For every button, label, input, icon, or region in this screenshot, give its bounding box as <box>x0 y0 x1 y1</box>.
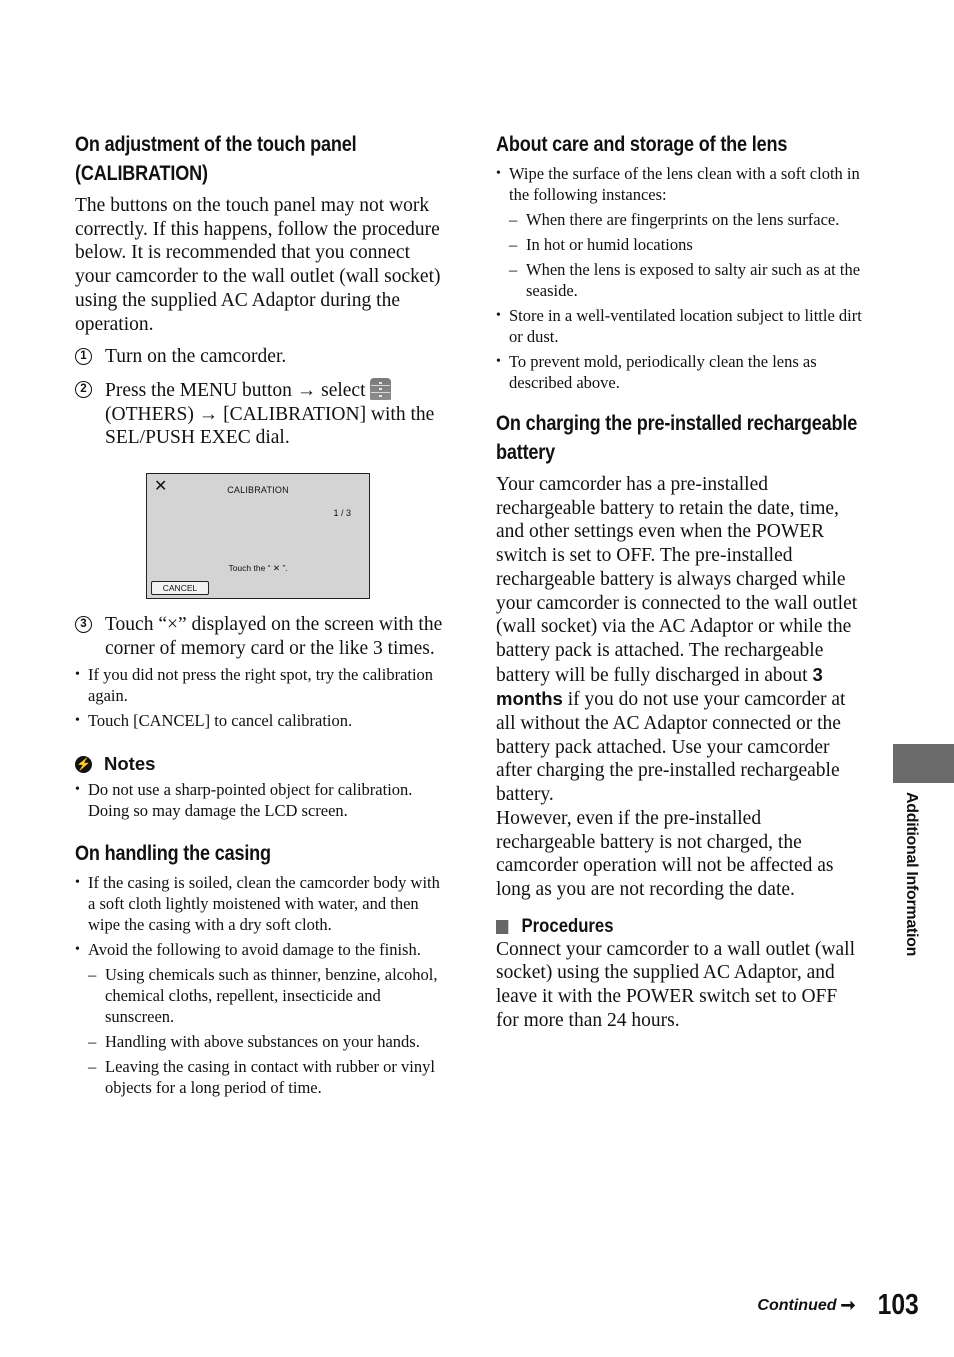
battery-text-a: Your camcorder has a pre-installed recha… <box>496 474 858 686</box>
step-number-3: 3 <box>75 616 92 634</box>
list-item: Wipe the surface of the lens clean with … <box>496 163 864 301</box>
step-number-1: 1 <box>75 348 92 366</box>
list-item: If the casing is soiled, clean the camco… <box>75 872 447 935</box>
step-3-text: Touch “×” displayed on the screen with t… <box>105 614 443 659</box>
notes-list: Do not use a sharp-pointed object for ca… <box>75 779 447 821</box>
list-item: Do not use a sharp-pointed object for ca… <box>75 779 447 821</box>
list-item: Leaving the casing in contact with rubbe… <box>88 1056 447 1098</box>
battery-paragraph: Your camcorder has a pre-installed recha… <box>496 473 864 807</box>
screen-instruction: Touch the “ ✕ ”. <box>228 563 288 574</box>
list-item: To prevent mold, periodically clean the … <box>496 351 864 393</box>
square-bullet-icon <box>496 919 509 934</box>
notes-label: Notes <box>104 753 156 775</box>
others-menu-icon <box>370 377 392 400</box>
caution-icon: ⚡ <box>75 755 92 773</box>
calibration-screen-illustration: ✕ CALIBRATION 1 / 3 Touch the “ ✕ ”. CAN… <box>146 473 370 600</box>
screen-cancel-button: CANCEL <box>151 581 209 596</box>
step-3: 3 Touch “×” displayed on the screen with… <box>75 613 447 660</box>
casing-dashes: Using chemicals such as thinner, benzine… <box>88 964 447 1098</box>
continued-label: Continued <box>757 1296 837 1314</box>
list-item: Using chemicals such as thinner, benzine… <box>88 964 447 1027</box>
step-2-text-b: (OTHERS) → [CALIBRATION] with the SEL/PU… <box>105 403 435 449</box>
list-item: If you did not press the right spot, try… <box>75 664 447 706</box>
casing-bullets: If the casing is soiled, clean the camco… <box>75 872 447 1098</box>
section-tab-marker <box>893 744 954 783</box>
casing-heading: On handling the casing <box>75 842 271 866</box>
page-number: 103 <box>877 1289 919 1321</box>
page-footer: Continued ➞ 103 <box>757 1289 922 1322</box>
left-column: On adjustment of the touch panel (CALIBR… <box>75 130 447 1098</box>
step-1-text: Turn on the camcorder. <box>105 346 287 368</box>
list-item: Avoid the following to avoid damage to t… <box>75 939 447 1098</box>
section-tab-text: Additional Information <box>903 792 920 957</box>
procedures-heading: Procedures <box>496 916 820 938</box>
step-3-bullets: If you did not press the right spot, try… <box>75 664 447 731</box>
screen-page-indicator: 1 / 3 <box>333 508 351 519</box>
section-tab-label: Additional Information <box>896 792 920 992</box>
list-item: In hot or humid locations <box>509 234 864 255</box>
list-item: Store in a well-ventilated location subj… <box>496 305 864 347</box>
list-item: Handling with above substances on your h… <box>88 1031 447 1052</box>
arrow-right-icon: ➞ <box>840 1295 856 1315</box>
list-item: When the lens is exposed to salty air su… <box>509 259 864 301</box>
screen-title: CALIBRATION <box>227 485 289 496</box>
lens-bullets: Wipe the surface of the lens clean with … <box>496 163 864 393</box>
right-column: About care and storage of the lens Wipe … <box>496 130 864 1032</box>
calibration-intro: The buttons on the touch panel may not w… <box>75 195 441 335</box>
step-number-2: 2 <box>75 380 92 398</box>
step-2: 2 Press the MENU button → select (OTHERS… <box>75 377 447 450</box>
calibration-heading: On adjustment of the touch panel (CALIBR… <box>75 133 357 185</box>
list-item: Touch [CANCEL] to cancel calibration. <box>75 710 447 731</box>
battery-heading: On charging the pre-installed rechargeab… <box>496 412 858 464</box>
step-1: 1 Turn on the camcorder. <box>75 345 447 369</box>
list-item: When there are fingerprints on the lens … <box>509 209 864 230</box>
procedures-label: Procedures <box>521 915 614 937</box>
battery-paragraph-2: However, even if the pre-installed recha… <box>496 807 834 900</box>
lens-heading: About care and storage of the lens <box>496 133 788 156</box>
list-item-text: Wipe the surface of the lens clean with … <box>509 164 860 204</box>
list-item-text: Avoid the following to avoid damage to t… <box>88 940 421 960</box>
notes-heading: ⚡ Notes <box>75 753 447 775</box>
lens-dashes: When there are fingerprints on the lens … <box>509 209 864 301</box>
procedures-text: Connect your camcorder to a wall outlet … <box>496 938 855 1031</box>
step-2-text-a: Press the MENU button → select <box>105 379 371 401</box>
